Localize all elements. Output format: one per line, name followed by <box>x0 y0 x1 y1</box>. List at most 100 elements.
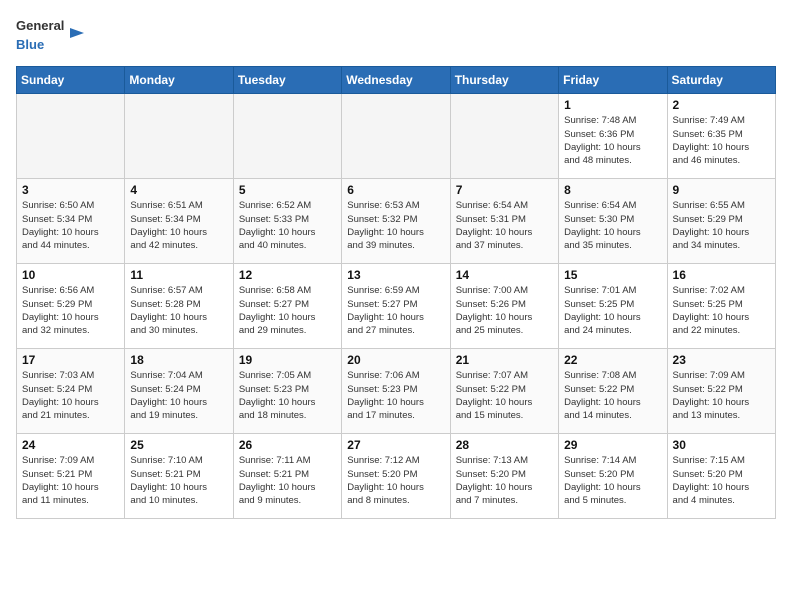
calendar-cell <box>450 94 558 179</box>
calendar-cell <box>125 94 233 179</box>
calendar-cell: 18Sunrise: 7:04 AM Sunset: 5:24 PM Dayli… <box>125 349 233 434</box>
day-of-week-header: Sunday <box>17 67 125 94</box>
day-info: Sunrise: 6:50 AM Sunset: 5:34 PM Dayligh… <box>22 199 119 252</box>
calendar-cell: 27 Sunrise: 7:12 AM Sunset: 5:20 PM Dayli… <box>342 434 450 519</box>
calendar-cell: 21Sunrise: 7:07 AM Sunset: 5:22 PM Dayli… <box>450 349 558 434</box>
day-number: 2 <box>673 98 770 112</box>
calendar-cell: 4Sunrise: 6:51 AM Sunset: 5:34 PM Daylig… <box>125 179 233 264</box>
calendar-cell: 25 Sunrise: 7:10 AM Sunset: 5:21 PM Dayli… <box>125 434 233 519</box>
day-number: 9 <box>673 183 770 197</box>
logo: GeneralBlue <box>16 16 86 54</box>
calendar-cell: 20 Sunrise: 7:06 AM Sunset: 5:23 PM Dayli… <box>342 349 450 434</box>
calendar-cell: 5 Sunrise: 6:52 AM Sunset: 5:33 PM Daylig… <box>233 179 341 264</box>
calendar-week-row: 17 Sunrise: 7:03 AM Sunset: 5:24 PM Dayli… <box>17 349 776 434</box>
day-number: 28 <box>456 438 553 452</box>
day-number: 25 <box>130 438 227 452</box>
day-info: Sunrise: 7:12 AM Sunset: 5:20 PM Dayligh… <box>347 454 444 507</box>
calendar-cell: 17 Sunrise: 7:03 AM Sunset: 5:24 PM Dayli… <box>17 349 125 434</box>
day-info: Sunrise: 7:48 AM Sunset: 6:36 PM Dayligh… <box>564 114 661 167</box>
day-info: Sunrise: 7:13 AM Sunset: 5:20 PM Dayligh… <box>456 454 553 507</box>
day-number: 8 <box>564 183 661 197</box>
calendar-cell: 15 Sunrise: 7:01 AM Sunset: 5:25 PM Dayli… <box>559 264 667 349</box>
day-number: 10 <box>22 268 119 282</box>
day-number: 18 <box>130 353 227 367</box>
day-number: 27 <box>347 438 444 452</box>
day-info: Sunrise: 7:00 AM Sunset: 5:26 PM Dayligh… <box>456 284 553 337</box>
days-of-week-row: SundayMondayTuesdayWednesdayThursdayFrid… <box>17 67 776 94</box>
day-info: Sunrise: 6:52 AM Sunset: 5:33 PM Dayligh… <box>239 199 336 252</box>
day-info: Sunrise: 6:56 AM Sunset: 5:29 PM Dayligh… <box>22 284 119 337</box>
calendar-week-row: 3 Sunrise: 6:50 AM Sunset: 5:34 PM Daylig… <box>17 179 776 264</box>
calendar-cell: 12 Sunrise: 6:58 AM Sunset: 5:27 PM Dayli… <box>233 264 341 349</box>
calendar-cell: 29Sunrise: 7:14 AM Sunset: 5:20 PM Dayli… <box>559 434 667 519</box>
day-number: 15 <box>564 268 661 282</box>
day-info: Sunrise: 6:54 AM Sunset: 5:30 PM Dayligh… <box>564 199 661 252</box>
day-info: Sunrise: 7:15 AM Sunset: 5:20 PM Dayligh… <box>673 454 770 507</box>
day-info: Sunrise: 6:54 AM Sunset: 5:31 PM Dayligh… <box>456 199 553 252</box>
day-of-week-header: Tuesday <box>233 67 341 94</box>
day-info: Sunrise: 7:06 AM Sunset: 5:23 PM Dayligh… <box>347 369 444 422</box>
day-number: 21 <box>456 353 553 367</box>
day-info: Sunrise: 7:49 AM Sunset: 6:35 PM Dayligh… <box>673 114 770 167</box>
day-info: Sunrise: 6:51 AM Sunset: 5:34 PM Dayligh… <box>130 199 227 252</box>
calendar-cell: 7 Sunrise: 6:54 AM Sunset: 5:31 PM Daylig… <box>450 179 558 264</box>
calendar-cell: 30 Sunrise: 7:15 AM Sunset: 5:20 PM Dayli… <box>667 434 775 519</box>
logo-text: GeneralBlue <box>16 16 64 54</box>
day-info: Sunrise: 7:01 AM Sunset: 5:25 PM Dayligh… <box>564 284 661 337</box>
day-info: Sunrise: 7:09 AM Sunset: 5:22 PM Dayligh… <box>673 369 770 422</box>
day-info: Sunrise: 7:14 AM Sunset: 5:20 PM Dayligh… <box>564 454 661 507</box>
day-info: Sunrise: 6:59 AM Sunset: 5:27 PM Dayligh… <box>347 284 444 337</box>
calendar-cell <box>233 94 341 179</box>
day-number: 23 <box>673 353 770 367</box>
day-info: Sunrise: 6:55 AM Sunset: 5:29 PM Dayligh… <box>673 199 770 252</box>
day-of-week-header: Thursday <box>450 67 558 94</box>
day-of-week-header: Friday <box>559 67 667 94</box>
day-info: Sunrise: 6:58 AM Sunset: 5:27 PM Dayligh… <box>239 284 336 337</box>
day-info: Sunrise: 7:05 AM Sunset: 5:23 PM Dayligh… <box>239 369 336 422</box>
calendar-cell: 11 Sunrise: 6:57 AM Sunset: 5:28 PM Dayli… <box>125 264 233 349</box>
calendar-cell: 24 Sunrise: 7:09 AM Sunset: 5:21 PM Dayli… <box>17 434 125 519</box>
calendar-cell: 13 Sunrise: 6:59 AM Sunset: 5:27 PM Dayli… <box>342 264 450 349</box>
calendar-cell: 28 Sunrise: 7:13 AM Sunset: 5:20 PM Dayli… <box>450 434 558 519</box>
day-number: 3 <box>22 183 119 197</box>
calendar-cell: 22Sunrise: 7:08 AM Sunset: 5:22 PM Dayli… <box>559 349 667 434</box>
day-number: 5 <box>239 183 336 197</box>
page-header: GeneralBlue <box>16 16 776 54</box>
day-number: 20 <box>347 353 444 367</box>
day-info: Sunrise: 7:09 AM Sunset: 5:21 PM Dayligh… <box>22 454 119 507</box>
day-number: 30 <box>673 438 770 452</box>
calendar-cell: 8 Sunrise: 6:54 AM Sunset: 5:30 PM Daylig… <box>559 179 667 264</box>
day-info: Sunrise: 7:03 AM Sunset: 5:24 PM Dayligh… <box>22 369 119 422</box>
day-of-week-header: Monday <box>125 67 233 94</box>
day-of-week-header: Saturday <box>667 67 775 94</box>
calendar-cell <box>342 94 450 179</box>
day-number: 13 <box>347 268 444 282</box>
calendar-cell: 23 Sunrise: 7:09 AM Sunset: 5:22 PM Dayli… <box>667 349 775 434</box>
calendar-week-row: 24 Sunrise: 7:09 AM Sunset: 5:21 PM Dayli… <box>17 434 776 519</box>
day-number: 16 <box>673 268 770 282</box>
day-info: Sunrise: 7:10 AM Sunset: 5:21 PM Dayligh… <box>130 454 227 507</box>
day-number: 7 <box>456 183 553 197</box>
calendar-cell: 6Sunrise: 6:53 AM Sunset: 5:32 PM Daylig… <box>342 179 450 264</box>
day-number: 19 <box>239 353 336 367</box>
day-number: 1 <box>564 98 661 112</box>
calendar-cell: 2 Sunrise: 7:49 AM Sunset: 6:35 PM Daylig… <box>667 94 775 179</box>
calendar-cell: 9 Sunrise: 6:55 AM Sunset: 5:29 PM Daylig… <box>667 179 775 264</box>
calendar-body: 1 Sunrise: 7:48 AM Sunset: 6:36 PM Daylig… <box>17 94 776 519</box>
day-info: Sunrise: 7:02 AM Sunset: 5:25 PM Dayligh… <box>673 284 770 337</box>
day-info: Sunrise: 6:57 AM Sunset: 5:28 PM Dayligh… <box>130 284 227 337</box>
calendar-week-row: 10 Sunrise: 6:56 AM Sunset: 5:29 PM Dayli… <box>17 264 776 349</box>
calendar-cell: 10 Sunrise: 6:56 AM Sunset: 5:29 PM Dayli… <box>17 264 125 349</box>
day-number: 12 <box>239 268 336 282</box>
day-of-week-header: Wednesday <box>342 67 450 94</box>
day-info: Sunrise: 6:53 AM Sunset: 5:32 PM Dayligh… <box>347 199 444 252</box>
calendar-cell: 26 Sunrise: 7:11 AM Sunset: 5:21 PM Dayli… <box>233 434 341 519</box>
calendar-cell: 3 Sunrise: 6:50 AM Sunset: 5:34 PM Daylig… <box>17 179 125 264</box>
day-number: 22 <box>564 353 661 367</box>
day-number: 24 <box>22 438 119 452</box>
calendar-week-row: 1 Sunrise: 7:48 AM Sunset: 6:36 PM Daylig… <box>17 94 776 179</box>
day-info: Sunrise: 7:11 AM Sunset: 5:21 PM Dayligh… <box>239 454 336 507</box>
day-number: 26 <box>239 438 336 452</box>
day-number: 11 <box>130 268 227 282</box>
day-number: 17 <box>22 353 119 367</box>
